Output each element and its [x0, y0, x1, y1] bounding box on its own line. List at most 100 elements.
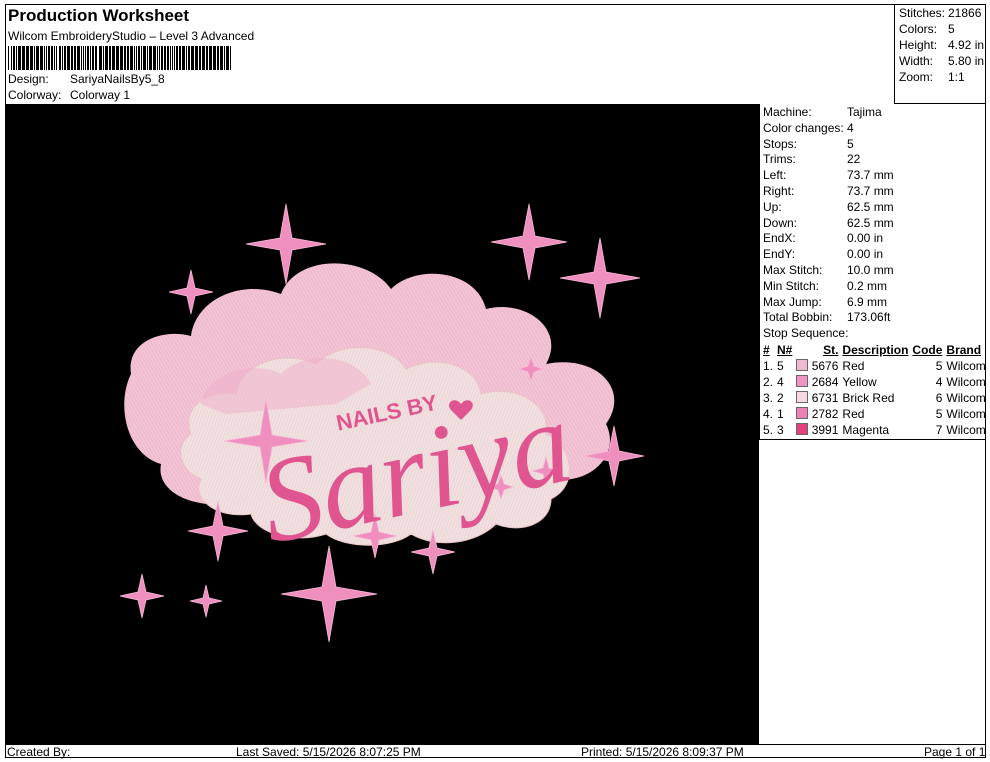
design-row: Design: SariyaNailsBy5_8 — [8, 72, 165, 86]
barcode-bar — [195, 46, 198, 70]
barcode-bar — [11, 46, 12, 70]
color-swatch — [796, 375, 809, 387]
barcode-bar — [22, 46, 25, 70]
barcode-bar — [141, 46, 142, 70]
stop-sequence-label: Stop Sequence: — [763, 326, 849, 340]
embroidery-design: NAILS BY Sariya — [119, 203, 645, 643]
barcode-bar — [56, 46, 57, 70]
barcode-bar — [18, 46, 21, 70]
design-preview: NAILS BY Sariya — [6, 104, 759, 744]
barcode-bar — [48, 46, 50, 70]
machine-row: EndX: 0.00 in — [763, 231, 883, 247]
sparkle-star — [559, 237, 641, 319]
barcode-bar — [149, 46, 152, 70]
machine-row: Stops: 5 — [763, 137, 854, 153]
machine-row-label: Color changes: — [763, 120, 844, 135]
barcode-bar — [186, 46, 187, 70]
machine-row-value: 6.9 mm — [847, 294, 888, 309]
barcode-bar — [143, 46, 146, 70]
barcode-bar — [159, 46, 160, 70]
barcode-bar — [127, 46, 129, 70]
barcode-bar — [147, 46, 148, 70]
machine-row-label: Left: — [763, 168, 787, 183]
barcode-bar — [202, 46, 205, 70]
barcode-bar — [40, 46, 43, 70]
worksheet-footer: Created By: Last Saved: 5/15/2026 8:07:2… — [5, 744, 986, 759]
machine-row-value: 62.5 mm — [847, 215, 894, 230]
barcode-bar — [157, 46, 158, 70]
barcode — [8, 46, 231, 70]
machine-row: Right: 73.7 mm — [763, 184, 894, 200]
stop-sequence-table: # N# St. Description Code Brand 1. 5 5676… — [761, 342, 988, 438]
barcode-bar — [46, 46, 47, 70]
barcode-bar — [167, 46, 169, 70]
barcode-bar — [136, 46, 137, 70]
table-row: 4. 1 2782 Red 5 Wilcom — [763, 407, 986, 421]
machine-row-label: Max Jump: — [763, 294, 822, 309]
barcode-bar — [112, 46, 115, 70]
barcode-bar — [213, 46, 216, 70]
barcode-bar — [191, 46, 194, 70]
machine-row-label: EndX: — [763, 231, 796, 246]
machine-row-label: Total Bobbin: — [763, 310, 833, 325]
machine-row-value: 0.2 mm — [847, 278, 888, 293]
machine-row-value: 22 — [847, 152, 861, 167]
barcode-bar — [226, 46, 229, 70]
machine-row-label: Stops: — [763, 136, 798, 151]
machine-row-value: 5 — [847, 136, 854, 151]
barcode-bar — [74, 46, 76, 70]
machine-row-value: 62.5 mm — [847, 199, 894, 214]
barcode-bar — [172, 46, 173, 70]
barcode-bar — [30, 46, 33, 70]
stat-colors: Colors: 5 — [899, 22, 955, 36]
design-value: SariyaNailsBy5_8 — [70, 72, 165, 86]
barcode-bar — [95, 46, 97, 70]
color-swatch — [796, 391, 809, 403]
software-name: Wilcom EmbroideryStudio – Level 3 Advanc… — [8, 29, 255, 43]
machine-row-label: Trims: — [763, 152, 796, 167]
colorway-row: Colorway: Colorway 1 — [8, 88, 130, 102]
machine-row-value: 73.7 mm — [847, 184, 894, 198]
machine-row-value: 0.00 in — [847, 231, 884, 246]
barcode-bar — [36, 46, 39, 70]
barcode-bar — [130, 46, 133, 70]
worksheet-header: Production Worksheet Wilcom EmbroiderySt… — [5, 4, 895, 104]
barcode-bar — [179, 46, 181, 70]
colorway-value: Colorway 1 — [70, 88, 131, 102]
barcode-bar — [16, 46, 17, 70]
barcode-bar — [182, 46, 185, 70]
machine-row: Left: 73.7 mm — [763, 168, 894, 184]
machine-row-label: Min Stitch: — [763, 278, 820, 293]
machine-row: Max Stitch: 10.0 mm — [763, 263, 894, 279]
barcode-bar — [174, 46, 175, 70]
stat-zoom: Zoom: 1:1 — [899, 70, 965, 84]
barcode-bar — [224, 46, 225, 70]
barcode-bar — [13, 46, 15, 70]
table-header-row: # N# St. Description Code Brand — [763, 343, 982, 357]
barcode-bar — [64, 46, 66, 70]
created-by: Created By: — [7, 745, 71, 759]
barcode-bar — [220, 46, 223, 70]
colorway-label: Colorway: — [8, 88, 62, 102]
barcode-bar — [199, 46, 201, 70]
barcode-bar — [62, 46, 63, 70]
machine-row-label: EndY: — [763, 247, 796, 262]
machine-row-value: 4 — [847, 120, 854, 135]
barcode-bar — [109, 46, 111, 70]
barcode-bar — [59, 46, 61, 70]
barcode-bar — [90, 46, 91, 70]
stat-stitches: Stitches: 21866 — [899, 6, 982, 20]
sparkle-star — [189, 584, 223, 618]
barcode-bar — [209, 46, 212, 70]
stat-width: Width: 5.80 in — [899, 54, 985, 68]
barcode-bar — [77, 46, 80, 70]
machine-info-panel: Machine: Tajima Color changes: 4 Stops: 5 Trim… — [759, 104, 988, 440]
page-number: Page 1 of 1 — [924, 745, 986, 759]
machine-row: Trims: 22 — [763, 152, 860, 168]
barcode-bar — [92, 46, 94, 70]
sparkle-star — [119, 573, 165, 619]
barcode-bar — [170, 46, 171, 70]
machine-row-value: 73.7 mm — [847, 168, 894, 183]
table-row: 5. 3 3991 Magenta 7 Wilcom — [763, 423, 986, 437]
barcode-bar — [230, 46, 231, 70]
